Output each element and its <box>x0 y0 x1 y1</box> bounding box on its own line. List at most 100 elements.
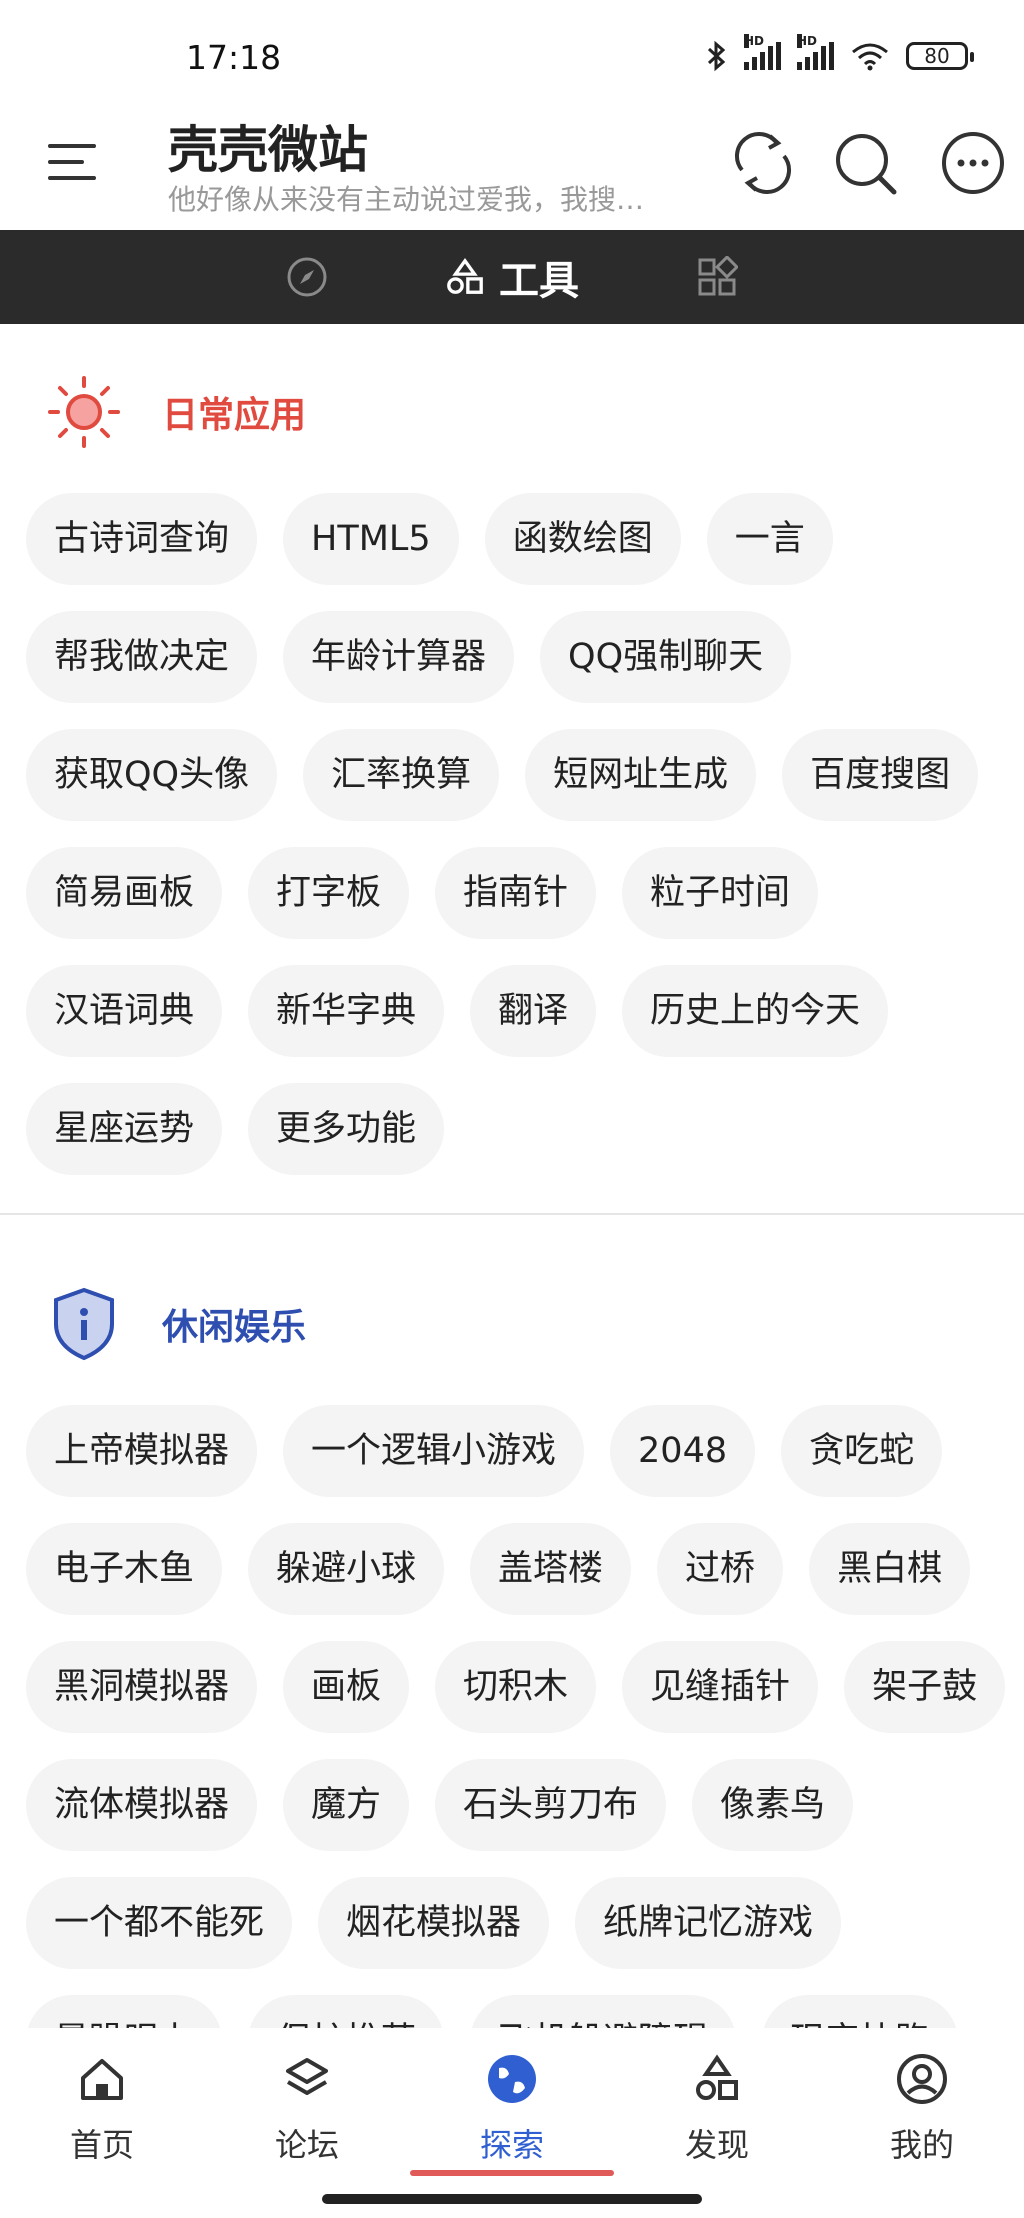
tool-chip[interactable]: 汉语词典 <box>26 965 223 1057</box>
page-title: 壳壳微站 <box>168 121 368 179</box>
nav-mine[interactable]: 我的 <box>862 2052 982 2166</box>
section-daily-title: 日常应用 <box>162 395 307 436</box>
tool-chip[interactable]: 保护推荐 <box>248 1995 445 2028</box>
battery-indicator: 80 <box>906 42 974 70</box>
menu-icon[interactable] <box>44 134 100 190</box>
sun-icon <box>48 376 120 448</box>
nav-explore-label: 探索 <box>479 2126 544 2164</box>
tool-chip[interactable]: 飞机躲避障碍 <box>470 1995 737 2028</box>
tool-chip[interactable]: 上帝模拟器 <box>26 1405 258 1497</box>
tool-chip[interactable]: 2048 <box>610 1405 756 1497</box>
tool-chip[interactable]: 粒子时间 <box>622 847 819 939</box>
nav-forum[interactable]: 论坛 <box>247 2052 367 2166</box>
tool-chip[interactable]: 打字板 <box>248 847 410 939</box>
tool-chip[interactable]: 一个逻辑小游戏 <box>283 1405 585 1497</box>
daily-chip-list: 古诗词查询 HTML5 函数绘图 一言帮我做决定 年龄计算器 QQ强制聊天获取QQ头像 汇率… <box>26 493 1024 1201</box>
tool-chip[interactable]: 流体模拟器 <box>26 1759 258 1851</box>
layers-icon <box>280 2052 334 2106</box>
tool-chip[interactable]: 烟花模拟器 <box>318 1877 550 1969</box>
tool-chip[interactable]: 黑白棋 <box>809 1523 971 1615</box>
tool-chip[interactable]: 百度搜图 <box>782 729 979 821</box>
tool-chip[interactable]: 现实快跑 <box>762 1995 959 2028</box>
tool-chip[interactable]: 一个都不能死 <box>26 1877 293 1969</box>
status-time: 17:18 <box>186 38 282 77</box>
nav-mine-label: 我的 <box>889 2126 954 2164</box>
leisure-chip-list: 上帝模拟器 一个逻辑小游戏 2048 贪吃蛇 电子木鱼 躲避小球 盖塔楼 过桥 黑白棋 黑洞模拟器… <box>26 1405 1024 2028</box>
tool-chip[interactable]: 帮我做决定 <box>26 611 258 703</box>
tool-chip[interactable]: 魔方 <box>283 1759 410 1851</box>
tool-chip[interactable]: 翻译 <box>470 965 597 1057</box>
signal-icon: HD <box>744 34 781 70</box>
tool-chip[interactable]: 新华字典 <box>248 965 445 1057</box>
leisure-chip-row: 上帝模拟器 一个逻辑小游戏 2048 贪吃蛇 <box>26 1405 1024 1497</box>
tool-chip[interactable]: 一言 <box>706 493 833 585</box>
shield-info-icon <box>54 1287 114 1361</box>
status-bar: 17:18 HD HD 80 <box>0 0 1024 110</box>
search-icon[interactable] <box>830 128 900 198</box>
daily-chip-row: 简易画板 打字板 指南针 粒子时间 <box>26 847 1024 939</box>
daily-chip-row: 星座运势 更多功能 <box>26 1083 1024 1175</box>
leisure-chip-row: 一个都不能死 烟花模拟器 纸牌记忆游戏 <box>26 1877 1024 1969</box>
tool-chip[interactable]: 暴躁眼力 <box>26 1995 223 2028</box>
nav-home[interactable]: 首页 <box>42 2052 162 2166</box>
tool-chip[interactable]: 指南针 <box>435 847 597 939</box>
tool-chip[interactable]: 像素鸟 <box>692 1759 854 1851</box>
tool-chip[interactable]: 石头剪刀布 <box>435 1759 667 1851</box>
status-icons: HD HD 80 <box>706 34 974 72</box>
more-icon[interactable] <box>938 128 1008 198</box>
tool-chip[interactable]: 年龄计算器 <box>283 611 515 703</box>
nav-discover[interactable]: 发现 <box>657 2052 777 2166</box>
tool-chip[interactable]: 历史上的今天 <box>622 965 889 1057</box>
tool-chip[interactable]: 切积木 <box>435 1641 597 1733</box>
page-subtitle: 他好像从来没有主动说过爱我，我搜… <box>168 183 645 216</box>
daily-chip-row: 帮我做决定 年龄计算器 QQ强制聊天 <box>26 611 1024 703</box>
tool-chip[interactable]: 星座运势 <box>26 1083 223 1175</box>
tool-chip[interactable]: 黑洞模拟器 <box>26 1641 258 1733</box>
section-leisure-title: 休闲娱乐 <box>162 1307 307 1348</box>
wifi-icon <box>852 43 888 71</box>
tool-chip[interactable]: 更多功能 <box>248 1083 445 1175</box>
app-header: 壳壳微站 他好像从来没有主动说过爱我，我搜… <box>0 110 1024 230</box>
daily-chip-row: 获取QQ头像 汇率换算 短网址生成 百度搜图 <box>26 729 1024 821</box>
tab-tools-label: 工具 <box>499 258 579 304</box>
daily-chip-row: 汉语词典 新华字典 翻译 历史上的今天 <box>26 965 1024 1057</box>
tool-chip[interactable]: 见缝插针 <box>622 1641 819 1733</box>
user-icon <box>895 2052 949 2106</box>
active-tab-indicator <box>410 2170 614 2176</box>
shapes-icon <box>690 2052 744 2106</box>
bottom-nav: 首页 论坛 探索 发现 我的 <box>0 2028 1024 2218</box>
tool-chip[interactable]: 贪吃蛇 <box>781 1405 943 1497</box>
section-divider <box>0 1213 1024 1215</box>
tool-chip[interactable]: 画板 <box>283 1641 410 1733</box>
tab-tools[interactable]: 工具 <box>445 248 579 306</box>
tool-chip[interactable]: 电子木鱼 <box>26 1523 223 1615</box>
home-indicator[interactable] <box>322 2194 702 2204</box>
nav-explore[interactable]: 探索 <box>452 2052 572 2166</box>
leisure-chip-row: 黑洞模拟器 画板 切积木 见缝插针 架子鼓 <box>26 1641 1024 1733</box>
tool-chip[interactable]: 函数绘图 <box>484 493 681 585</box>
tool-chip[interactable]: 短网址生成 <box>525 729 757 821</box>
refresh-icon[interactable] <box>728 128 798 198</box>
apps-icon[interactable] <box>696 254 740 298</box>
signal-icon: HD <box>797 34 834 70</box>
tool-chip[interactable]: QQ强制聊天 <box>540 611 792 703</box>
tool-chip[interactable]: 盖塔楼 <box>470 1523 632 1615</box>
tool-chip[interactable]: 架子鼓 <box>844 1641 1006 1733</box>
leisure-chip-row: 电子木鱼 躲避小球 盖塔楼 过桥 黑白棋 <box>26 1523 1024 1615</box>
home-icon <box>75 2052 129 2106</box>
tool-chip[interactable]: 古诗词查询 <box>26 493 258 585</box>
nav-home-label: 首页 <box>69 2126 134 2164</box>
tool-chip[interactable]: 躲避小球 <box>248 1523 445 1615</box>
globe-icon <box>485 2052 539 2106</box>
tool-chip[interactable]: 简易画板 <box>26 847 223 939</box>
compass-icon[interactable] <box>286 256 328 298</box>
tool-chip[interactable]: 过桥 <box>657 1523 784 1615</box>
tool-chip[interactable]: HTML5 <box>283 493 459 585</box>
tab-bar: 工具 <box>0 230 1024 324</box>
tool-chip[interactable]: 纸牌记忆游戏 <box>575 1877 842 1969</box>
tool-chip[interactable]: 汇率换算 <box>303 729 500 821</box>
section-daily-header: 日常应用 <box>44 372 306 452</box>
daily-chip-row: 古诗词查询 HTML5 函数绘图 一言 <box>26 493 1024 585</box>
tool-chip[interactable]: 获取QQ头像 <box>26 729 278 821</box>
nav-forum-label: 论坛 <box>274 2126 339 2164</box>
